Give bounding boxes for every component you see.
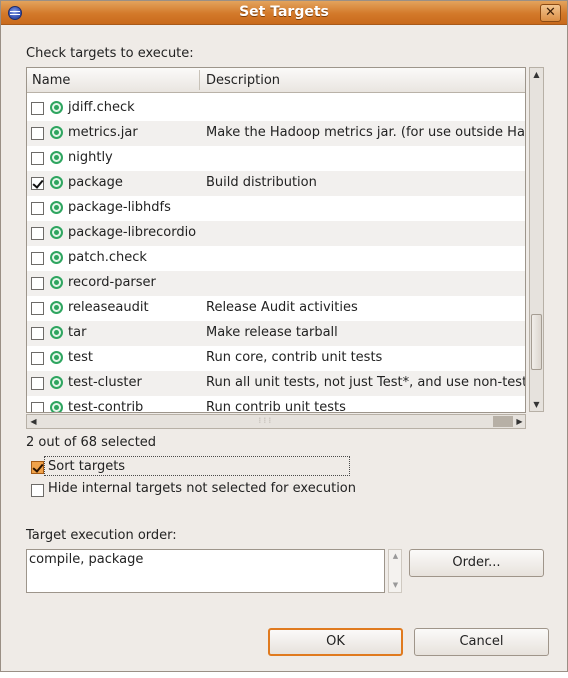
target-checkbox[interactable] [31, 252, 44, 265]
horizontal-scrollbar[interactable]: ◀ ⋮⋮⋮ ▶ [26, 414, 526, 429]
target-name: tar [68, 325, 87, 340]
target-description: Run all unit tests, not just Test*, and … [206, 375, 526, 390]
target-name: nightly [68, 150, 113, 165]
ant-target-icon [50, 351, 63, 364]
table-row[interactable]: test Run core, contrib unit tests [27, 346, 525, 371]
table-rows: jdiff.check metrics.jar Make the Hadoop me… [27, 96, 525, 413]
ant-target-icon [50, 301, 63, 314]
target-checkbox[interactable] [31, 127, 44, 140]
horizontal-scroll-grip-icon[interactable]: ⋮⋮⋮ [257, 417, 273, 424]
table-row[interactable]: releaseaudit Release Audit activities [27, 296, 525, 321]
table-row[interactable]: package-librecordio [27, 221, 525, 246]
target-name: test-cluster [68, 375, 142, 390]
target-name: patch.check [68, 250, 147, 265]
table-row[interactable]: record-parser [27, 271, 525, 296]
ok-button[interactable]: OK [268, 628, 403, 656]
column-divider[interactable] [199, 70, 200, 90]
execution-order-label: Target execution order: [26, 528, 177, 543]
dialog-title: Set Targets [239, 4, 329, 20]
ant-target-icon [50, 126, 63, 139]
target-description: Release Audit activities [206, 300, 358, 315]
target-checkbox[interactable] [31, 102, 44, 115]
table-row[interactable]: test-cluster Run all unit tests, not just… [27, 371, 525, 396]
selection-status: 2 out of 68 selected [26, 435, 157, 450]
table-row[interactable]: test-contrib Run contrib unit tests [27, 396, 525, 413]
ant-target-icon [50, 201, 63, 214]
target-checkbox[interactable] [31, 377, 44, 390]
ant-target-icon [50, 176, 63, 189]
vertical-scrollbar[interactable]: ▲ ▼ [529, 67, 544, 412]
table-row[interactable]: package-libhdfs [27, 196, 525, 221]
target-checkbox[interactable] [31, 202, 44, 215]
table-row[interactable]: jdiff.check [27, 96, 525, 121]
target-name: package [68, 175, 123, 190]
ant-target-icon [50, 101, 63, 114]
ant-target-icon [50, 151, 63, 164]
target-name: test-contrib [68, 400, 144, 413]
ant-target-icon [50, 226, 63, 239]
table-row[interactable]: metrics.jar Make the Hadoop metrics jar. … [27, 121, 525, 146]
close-button[interactable]: ✕ [540, 4, 561, 22]
column-header-description[interactable]: Description [206, 73, 280, 88]
execution-order-field[interactable]: compile, package [26, 549, 385, 593]
target-checkbox[interactable] [31, 327, 44, 340]
ant-target-icon [50, 276, 63, 289]
target-name: metrics.jar [68, 125, 138, 140]
targets-table[interactable]: Name Description jdiff.check metrics.jar M… [26, 67, 526, 413]
sort-targets-checkbox[interactable] [31, 461, 44, 474]
order-button[interactable]: Order... [409, 549, 544, 577]
scroll-up-icon[interactable]: ▲ [530, 68, 543, 81]
ant-target-icon [50, 326, 63, 339]
table-row[interactable]: patch.check [27, 246, 525, 271]
target-name: record-parser [68, 275, 156, 290]
hide-internal-checkbox[interactable] [31, 484, 44, 497]
table-row[interactable]: nightly [27, 146, 525, 171]
target-name: package-librecordio [68, 225, 197, 240]
title-bar[interactable]: Set Targets ✕ [1, 1, 567, 25]
table-row[interactable]: package Build distribution [27, 171, 525, 196]
target-checkbox[interactable] [31, 152, 44, 165]
target-checkbox[interactable] [31, 352, 44, 365]
target-checkbox[interactable] [31, 177, 44, 190]
target-name: releaseaudit [68, 300, 149, 315]
scroll-left-icon[interactable]: ◀ [27, 415, 40, 428]
sort-targets-label[interactable]: Sort targets [48, 459, 125, 474]
target-name: test [68, 350, 93, 365]
target-checkbox[interactable] [31, 277, 44, 290]
cancel-button[interactable]: Cancel [414, 628, 549, 656]
set-targets-dialog: Set Targets ✕ Check targets to execute: … [0, 0, 568, 672]
target-description: Run contrib unit tests [206, 400, 346, 413]
target-checkbox[interactable] [31, 402, 44, 412]
target-checkbox[interactable] [31, 302, 44, 315]
order-scroll-up-icon[interactable]: ▲ [389, 550, 402, 563]
check-targets-label: Check targets to execute: [26, 46, 194, 61]
execution-order-scrollbar[interactable]: ▲ ▼ [388, 549, 402, 593]
hide-internal-label[interactable]: Hide internal targets not selected for e… [48, 481, 356, 496]
target-checkbox[interactable] [31, 227, 44, 240]
target-name: package-libhdfs [68, 200, 171, 215]
target-name: jdiff.check [68, 100, 135, 115]
scroll-down-icon[interactable]: ▼ [530, 398, 543, 411]
scroll-right-icon[interactable]: ▶ [513, 415, 526, 428]
vertical-scroll-thumb[interactable] [531, 314, 542, 370]
table-header: Name Description [27, 68, 525, 93]
target-description: Build distribution [206, 175, 317, 190]
ant-target-icon [50, 401, 63, 412]
order-scroll-down-icon[interactable]: ▼ [389, 579, 402, 592]
target-description: Make release tarball [206, 325, 338, 340]
horizontal-scroll-thumb[interactable] [493, 416, 513, 427]
target-description: Run core, contrib unit tests [206, 350, 383, 365]
table-row[interactable]: tar Make release tarball [27, 321, 525, 346]
target-description: Make the Hadoop metrics jar. (for use ou… [206, 125, 526, 140]
ant-target-icon [50, 376, 63, 389]
column-header-name[interactable]: Name [32, 73, 70, 88]
ant-target-icon [50, 251, 63, 264]
